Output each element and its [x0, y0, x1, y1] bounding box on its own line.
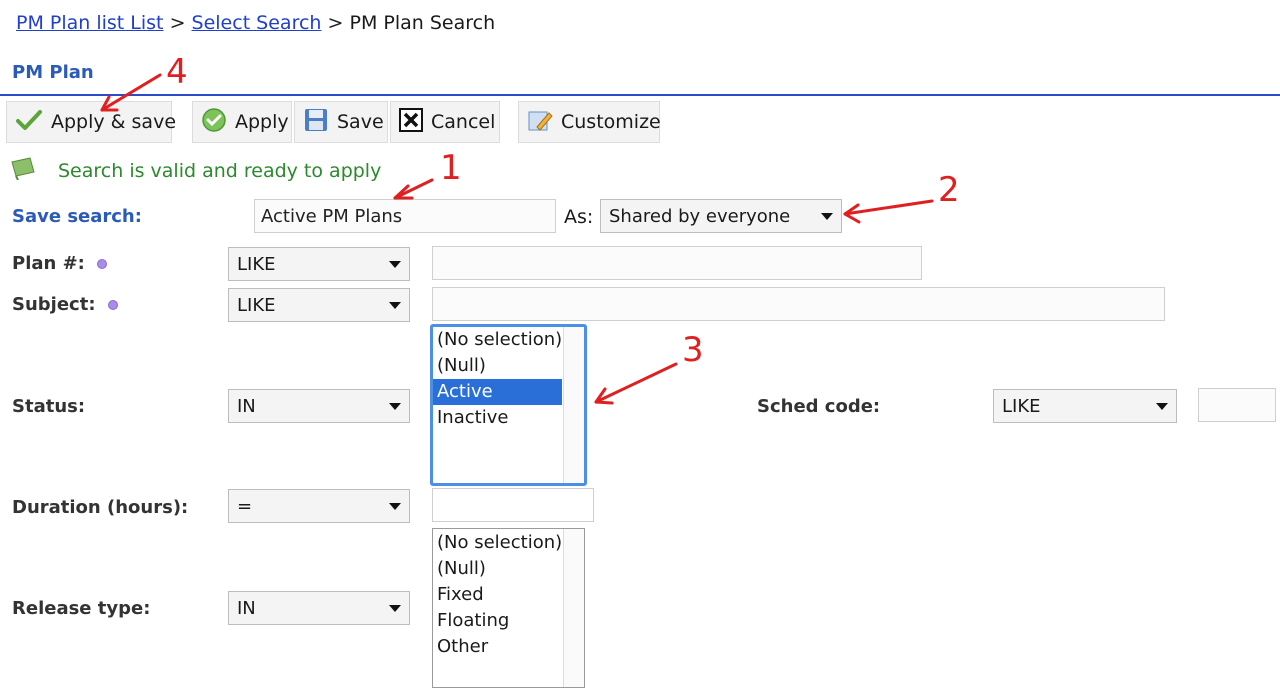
annotation-arrow-3: [594, 362, 678, 404]
annotation-number-3: 3: [682, 330, 704, 370]
annotation-arrow-2: [843, 199, 934, 216]
annotation-number-2: 2: [938, 170, 960, 210]
annotation-arrow-4: [100, 73, 162, 112]
annotation-arrows: [100, 73, 934, 405]
annotation-number-4: 4: [166, 52, 188, 92]
annotation-arrow-1: [393, 178, 434, 200]
annotation-number-1: 1: [440, 148, 462, 188]
